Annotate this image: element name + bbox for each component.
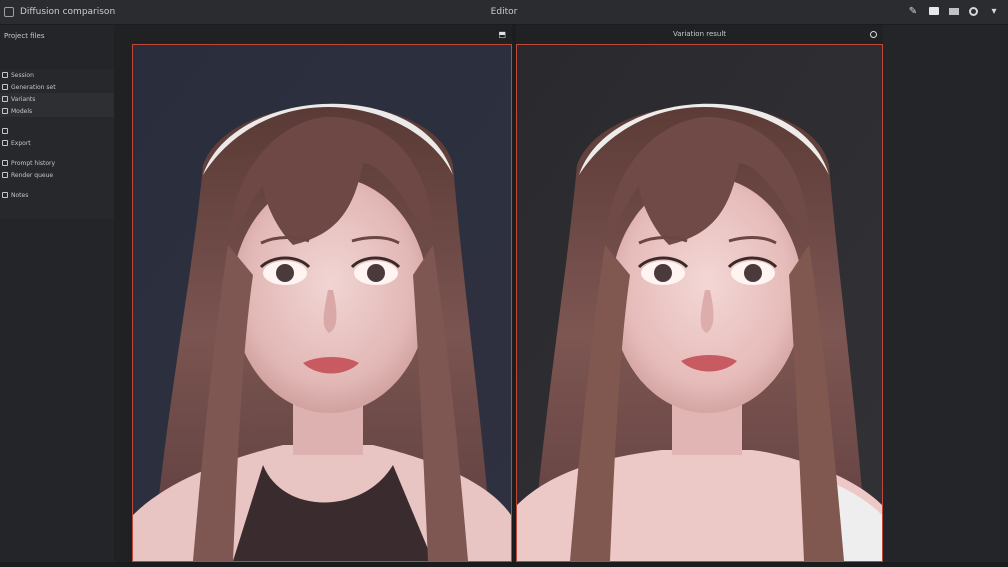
left-image-panel[interactable] — [132, 44, 512, 562]
sidebar-item-blank[interactable] — [0, 125, 114, 137]
window-title: Diffusion comparison — [20, 7, 116, 17]
sidebar-item-label: Prompt history — [11, 159, 56, 167]
file-icon — [2, 192, 8, 198]
pen-icon[interactable]: ✎ — [907, 5, 919, 17]
file-icon — [2, 172, 8, 178]
right-image-panel[interactable] — [516, 44, 883, 562]
menu-icon[interactable]: ▾ — [988, 5, 1000, 17]
file-icon — [2, 96, 8, 102]
sidebar-item-prompt-history[interactable]: Prompt history — [0, 157, 114, 169]
sidebar-heading: Project files — [4, 32, 45, 40]
pin-icon[interactable]: ⬒ — [498, 30, 506, 39]
sidebar-item-export[interactable]: Export — [0, 137, 114, 149]
settings-icon[interactable] — [969, 6, 978, 16]
right-gutter — [883, 25, 1008, 567]
file-icon — [2, 128, 8, 134]
file-icon — [2, 84, 8, 90]
title-bar: Diffusion comparison Editor ✎ ▾ — [0, 0, 1008, 25]
sidebar-item-label: Session — [11, 71, 34, 79]
sidebar-item-notes[interactable]: Notes — [0, 189, 114, 201]
sidebar-item-label: Variants — [11, 95, 36, 103]
left-panel-header: ⬒ — [132, 25, 512, 43]
file-icon — [2, 140, 8, 146]
sidebar-item-label: Generation set — [11, 83, 56, 91]
sidebar-item-label: Models — [11, 107, 33, 115]
sidebar-item-label: Render queue — [11, 171, 54, 179]
center-label: Editor — [490, 7, 518, 17]
sidebar-item-variants[interactable]: Variants — [0, 93, 114, 105]
circle-icon[interactable]: o — [870, 30, 877, 38]
status-strip — [0, 562, 1008, 567]
sidebar-item-render-queue[interactable]: Render queue — [0, 169, 114, 181]
file-icon — [2, 72, 8, 78]
sidebar-item-label: Notes — [11, 191, 29, 199]
portrait-left — [133, 45, 511, 561]
layout-icon[interactable] — [949, 7, 959, 15]
window-icon[interactable] — [929, 7, 939, 15]
sidebar-item-models[interactable]: Models — [0, 105, 114, 117]
file-icon — [2, 160, 8, 166]
sidebar-panel: Session Generation set Variants Models E… — [0, 69, 114, 219]
portrait-right — [517, 45, 882, 561]
sidebar-item-label: Export — [11, 139, 31, 147]
titlebar-tools: ✎ ▾ — [907, 5, 1000, 17]
right-panel-title: Variation result — [672, 30, 727, 38]
app-window: Diffusion comparison Editor ✎ ▾ Project … — [0, 0, 1008, 567]
sidebar: Project files Session Generation set Var… — [0, 25, 114, 567]
sidebar-item-session[interactable]: Session — [0, 69, 114, 81]
app-icon — [4, 7, 14, 17]
right-panel-header: Variation result o — [516, 25, 883, 43]
sidebar-item-generation-set[interactable]: Generation set — [0, 81, 114, 93]
file-icon — [2, 108, 8, 114]
